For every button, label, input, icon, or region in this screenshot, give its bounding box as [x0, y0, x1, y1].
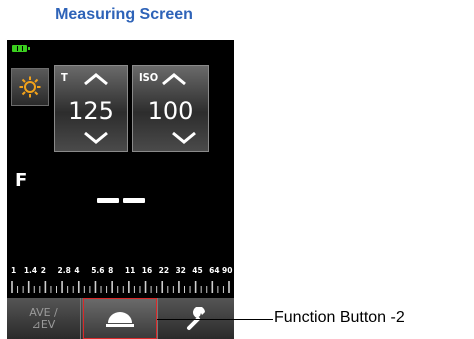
shutter-speed-panel: T 125	[54, 65, 128, 152]
fstop-scale-label: 22	[158, 266, 170, 275]
iso-label: ISO	[139, 71, 159, 84]
fstop-dash	[123, 198, 145, 203]
light-source-button[interactable]	[11, 68, 49, 106]
ave-label: AVE /	[29, 305, 58, 319]
shutter-up-button[interactable]	[83, 72, 109, 86]
fstop-scale-label: 2.8	[57, 266, 71, 275]
iso-up-button[interactable]	[161, 72, 187, 86]
shutter-down-button[interactable]	[83, 131, 109, 145]
ave-ev-button[interactable]: AVE / ⊿EV	[7, 298, 81, 339]
iso-value: 100	[147, 97, 194, 125]
iso-panel: ISO 100	[132, 65, 209, 152]
sun-icon	[19, 76, 41, 98]
callout-label: Function Button -2	[274, 309, 405, 326]
battery-full-icon	[12, 45, 30, 52]
fstop-scale-label: 2	[40, 266, 46, 275]
fstop-scale-label: 1.4	[23, 266, 38, 275]
fstop-scale-label: 8	[108, 266, 114, 275]
fstop-dash	[97, 198, 119, 203]
fstop-scale-label: 5.6	[91, 266, 105, 275]
fstop-label: F	[15, 170, 28, 191]
screen-caption: Measuring Screen	[55, 6, 193, 23]
fstop-scale-label: 64	[209, 266, 220, 275]
fstop-scale-ticks	[11, 281, 230, 293]
fstop-scale-label: 90	[222, 266, 233, 275]
shutter-label: T	[61, 71, 68, 84]
ev-label: ⊿EV	[31, 317, 56, 331]
iso-down-button[interactable]	[171, 131, 197, 145]
callout-leader-line	[157, 319, 273, 320]
fstop-scale-label: 1	[11, 266, 17, 275]
fstop-scale-label: 11	[124, 266, 136, 275]
shutter-value: 125	[68, 97, 114, 125]
fstop-scale-label: 45	[192, 266, 203, 275]
fstop-scale-label: 4	[74, 266, 80, 275]
fstop-scale-label: 32	[175, 266, 186, 275]
function-button-2-highlight	[83, 298, 157, 339]
meter-display: T 125 ISO 100 F 1 1.4 2 2.8 4 5.6 8 11 16 22 32 45 6…	[7, 40, 234, 339]
fstop-scale-label: 16	[141, 266, 153, 275]
